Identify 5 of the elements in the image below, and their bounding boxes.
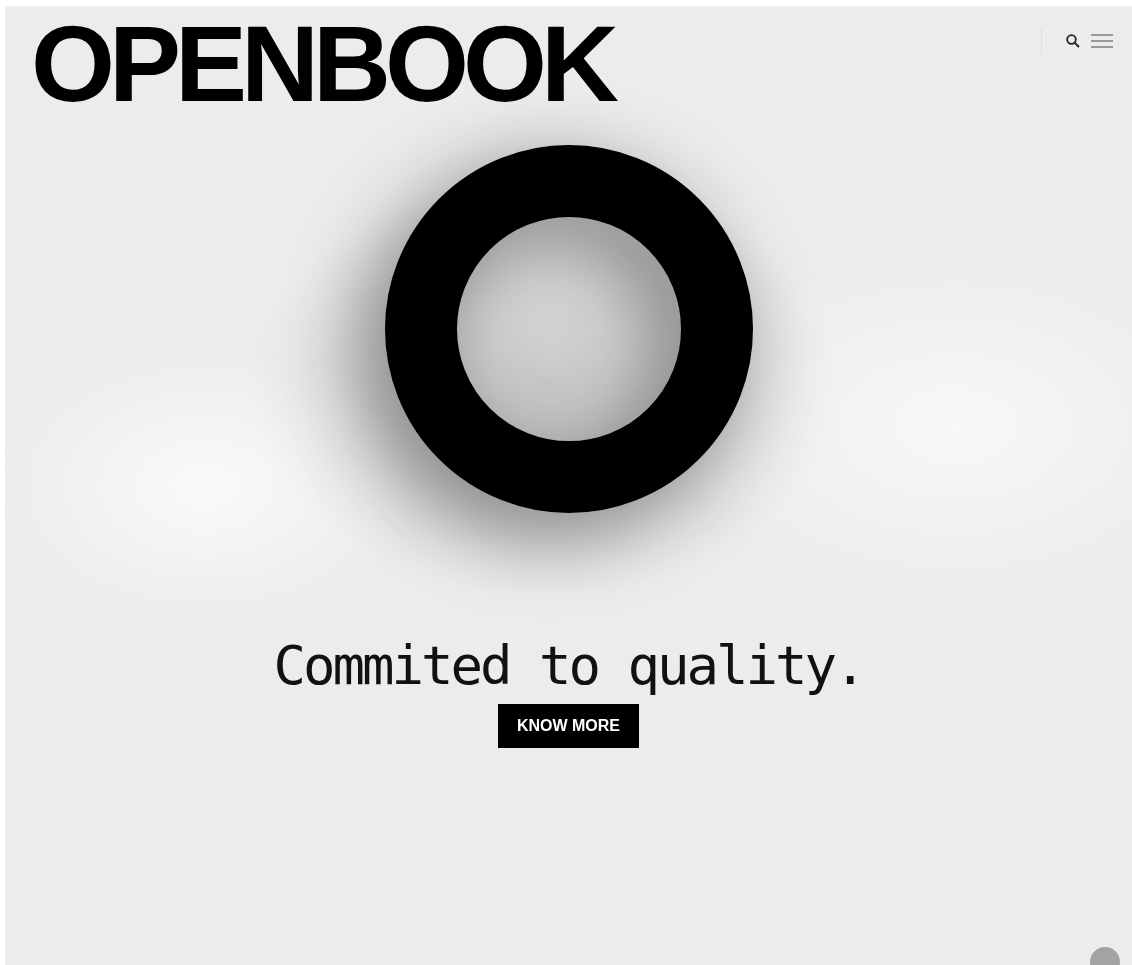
know-more-button[interactable]: KNOW MORE [497, 704, 640, 748]
search-icon[interactable] [1066, 34, 1080, 48]
logo: OPENBOOK [31, 16, 614, 112]
menu-icon[interactable] [1090, 33, 1114, 49]
headline: Commited to quality. [273, 634, 864, 698]
